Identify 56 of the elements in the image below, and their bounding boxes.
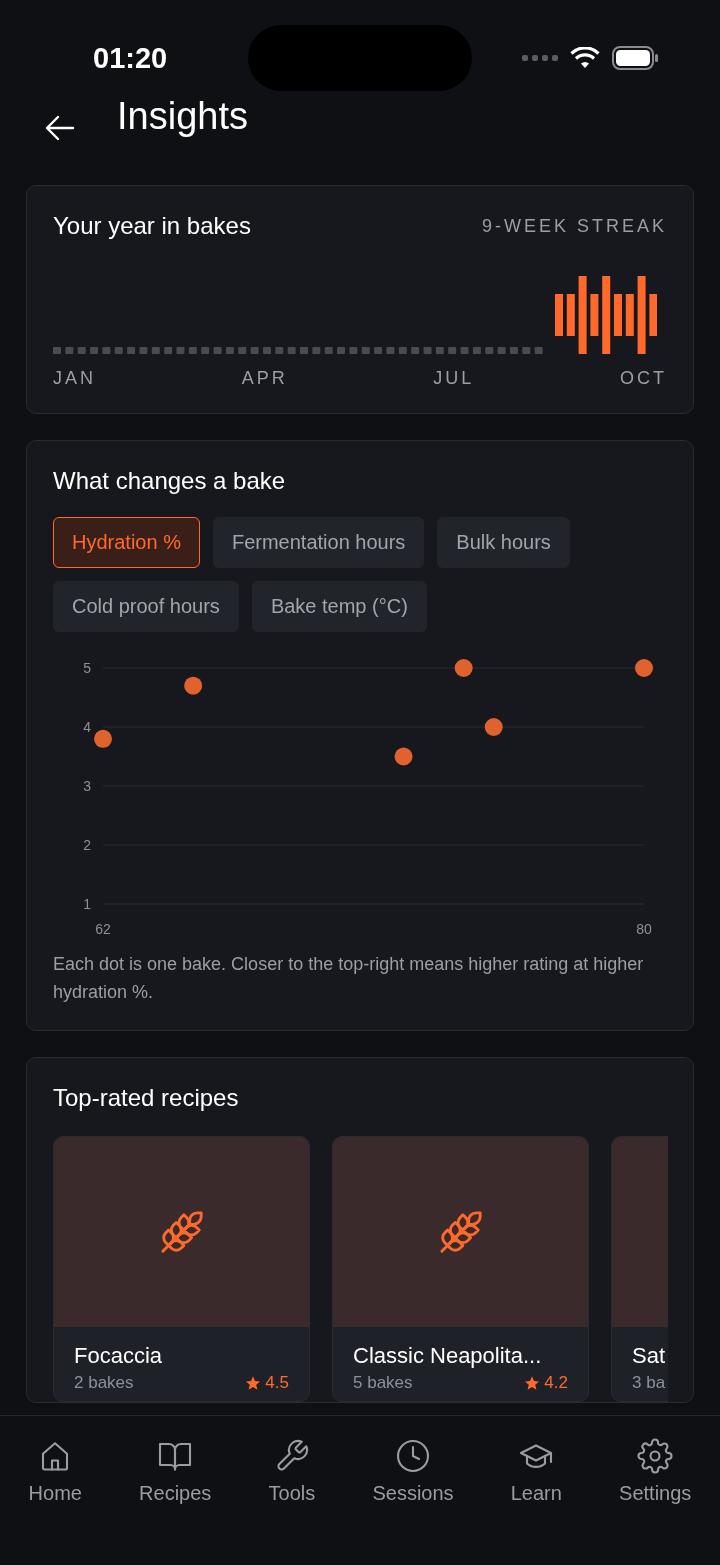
clock-icon (395, 1438, 431, 1474)
star-icon (524, 1375, 541, 1391)
bake-count: 3 ba (632, 1373, 666, 1393)
rating-value: 4.2 (544, 1373, 568, 1393)
recipe-card[interactable]: Sat 3 ba (611, 1136, 668, 1402)
recipe-name: Focaccia (74, 1343, 164, 1369)
month-label: JUL (433, 368, 475, 389)
recipe-name: Classic Neapolita... (353, 1343, 543, 1369)
data-point (484, 718, 503, 736)
month-label: JAN (53, 368, 96, 389)
status-time: 01:20 (93, 41, 168, 75)
y-tick-label: 4 (83, 719, 91, 735)
filter-chip[interactable]: Cold proof hours (53, 581, 239, 632)
wheat-icon (158, 1209, 205, 1255)
tab-item[interactable]: Recipes (139, 1438, 212, 1505)
y-tick-label: 3 (83, 778, 91, 794)
settings-icon (637, 1438, 674, 1474)
filter-chip[interactable]: Bulk hours (437, 517, 570, 568)
month-label: APR (241, 368, 288, 389)
bake-count: 2 bakes (74, 1373, 134, 1393)
data-point (94, 729, 112, 748)
filter-chip[interactable]: Hydration % (53, 517, 200, 568)
data-point (184, 676, 203, 695)
month-label: OCT (619, 368, 667, 389)
streak-label: 9-WEEK STREAK (481, 215, 667, 237)
data-point (394, 747, 413, 766)
tab-item[interactable]: Tools (268, 1438, 316, 1505)
tab-item[interactable]: Learn (510, 1438, 562, 1505)
battery-icon (612, 46, 658, 70)
y-tick-label: 2 (83, 837, 91, 853)
tab-item[interactable]: Settings (619, 1438, 692, 1505)
recipe-name: Sat (632, 1343, 667, 1369)
data-point (635, 659, 653, 677)
wifi-icon (570, 47, 600, 69)
card-title: Top-rated recipes (53, 1084, 240, 1112)
page-title: Insights (117, 94, 248, 138)
recipe-card[interactable]: Classic Neapolita... 5 bakes 4.2 (332, 1136, 589, 1402)
filter-chip[interactable]: Bake temp (°C) (251, 581, 427, 632)
card-title: What changes a bake (53, 467, 287, 495)
y-tick-label: 1 (83, 896, 91, 912)
signal-icon (522, 54, 558, 62)
y-tick-label: 5 (83, 660, 91, 676)
recipe-card[interactable]: Focaccia 2 bakes 4.5 (53, 1136, 310, 1402)
chart-caption: Each dot is one bake. Closer to the top-right means higher rating at higher hydration %. (53, 953, 645, 1004)
x-tick-label: 80 (636, 921, 652, 934)
tab-item[interactable]: Home (28, 1438, 82, 1505)
wheat-icon (437, 1209, 484, 1255)
data-point (454, 659, 473, 677)
back-arrow-icon[interactable] (45, 115, 75, 141)
star-icon (245, 1375, 262, 1391)
x-tick-label: 62 (95, 921, 111, 934)
bake-count: 5 bakes (353, 1373, 413, 1393)
card-title: Your year in bakes (53, 212, 251, 240)
rating-value: 4.5 (265, 1373, 289, 1393)
filter-chip[interactable]: Fermentation hours (212, 517, 425, 568)
tab-item[interactable]: Sessions (372, 1438, 454, 1505)
